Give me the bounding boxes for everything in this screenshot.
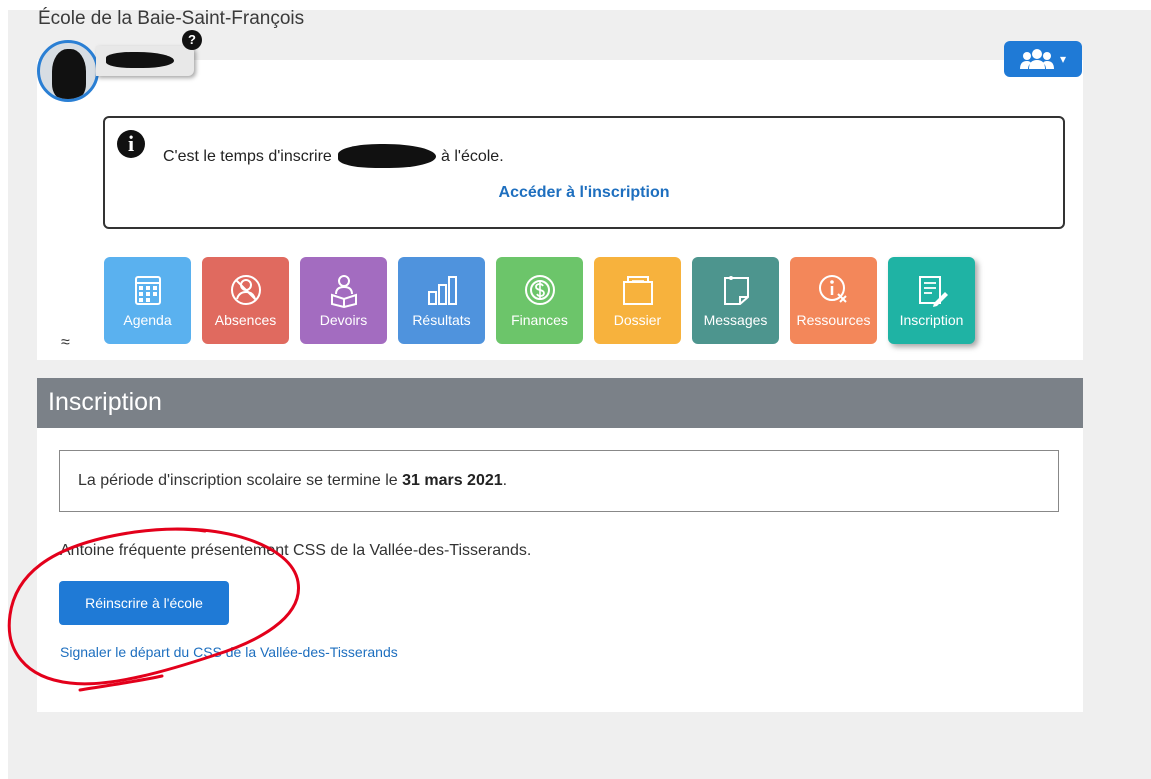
tile-resultats[interactable]: Résultats bbox=[398, 257, 485, 344]
notice-text-before: C'est le temps d'inscrire bbox=[163, 148, 332, 165]
tile-label: Dossier bbox=[613, 312, 662, 328]
family-menu-button[interactable]: ▾ bbox=[1004, 41, 1082, 77]
note-icon bbox=[723, 276, 749, 305]
avatar[interactable] bbox=[37, 40, 99, 102]
info-icon: i bbox=[117, 130, 145, 158]
tile-label: Inscription bbox=[899, 312, 964, 328]
tile-label: Agenda bbox=[123, 312, 172, 328]
access-enrollment-link[interactable]: Accéder à l'inscription bbox=[105, 184, 1063, 202]
tile-label: Absences bbox=[214, 312, 277, 328]
section-title: Inscription bbox=[48, 388, 162, 416]
avatar-photo bbox=[52, 49, 86, 99]
folder-icon bbox=[622, 276, 653, 305]
tile-dossier[interactable]: Dossier bbox=[594, 257, 681, 344]
attendance-text: Antoine fréquente présentement CSS de la… bbox=[60, 542, 532, 559]
calendar-icon bbox=[134, 276, 161, 305]
section-header: Inscription bbox=[37, 378, 1083, 428]
tile-label: Devoirs bbox=[319, 312, 368, 328]
tile-label: Finances bbox=[511, 312, 568, 328]
chart-icon bbox=[427, 276, 457, 305]
tile-agenda[interactable]: Agenda bbox=[104, 257, 191, 344]
period-text: La période d'inscription scolaire se ter… bbox=[78, 472, 507, 490]
tile-ressources[interactable]: Ressources bbox=[790, 257, 877, 344]
tile-label: Messages bbox=[703, 312, 768, 328]
tile-messages[interactable]: Messages bbox=[692, 257, 779, 344]
school-name: École de la Baie-Saint-François bbox=[38, 8, 305, 29]
period-text-suffix: . bbox=[502, 472, 508, 489]
period-end-date: 31 mars 2021 bbox=[402, 472, 503, 489]
tile-finances[interactable]: Finances bbox=[496, 257, 583, 344]
tile-label: Ressources bbox=[796, 312, 871, 328]
absences-icon bbox=[230, 275, 261, 305]
student-name-tab[interactable] bbox=[96, 46, 194, 76]
help-badge[interactable]: ? bbox=[182, 30, 202, 50]
redacted-name bbox=[106, 52, 174, 68]
resources-icon bbox=[818, 275, 847, 303]
redacted-child-name bbox=[338, 144, 436, 168]
reinscribe-button[interactable]: Réinscrire à l'école bbox=[59, 581, 229, 625]
tile-label: Résultats bbox=[412, 312, 471, 328]
period-notice: La période d'inscription scolaire se ter… bbox=[59, 450, 1059, 512]
tile-devoirs[interactable]: Devoirs bbox=[300, 257, 387, 344]
group-icon bbox=[1019, 49, 1054, 69]
collapse-toggle-icon[interactable]: ≈ bbox=[61, 334, 70, 352]
notice-text-after: à l'école. bbox=[441, 148, 504, 165]
tile-absences[interactable]: Absences bbox=[202, 257, 289, 344]
form-edit-icon bbox=[918, 276, 948, 307]
dollar-icon bbox=[524, 275, 555, 305]
enrollment-notice: i C'est le temps d'inscrire à l'école. A… bbox=[103, 116, 1065, 229]
period-text-prefix: La période d'inscription scolaire se ter… bbox=[78, 472, 403, 489]
report-departure-link[interactable]: Signaler le départ du CSS de la Vallée-d… bbox=[60, 644, 398, 660]
homework-icon bbox=[330, 275, 357, 308]
chevron-down-icon: ▾ bbox=[1059, 52, 1067, 66]
tile-inscription[interactable]: Inscription bbox=[888, 257, 975, 344]
